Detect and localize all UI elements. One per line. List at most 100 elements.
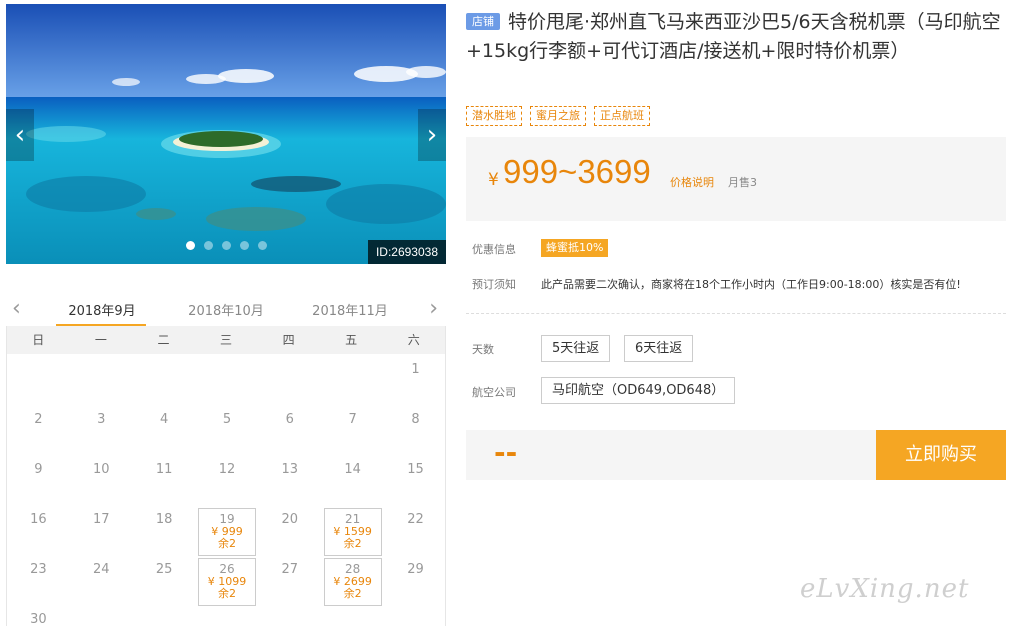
selected-price: -- (494, 436, 518, 469)
calendar-day: 17 (72, 504, 130, 552)
weekday-label: 六 (407, 333, 420, 347)
calendar-day: 20 (261, 504, 319, 552)
island-photo (6, 4, 446, 264)
calendar-day: 9 (9, 454, 67, 502)
day-number: 20 (281, 512, 299, 527)
day-number: 22 (407, 512, 424, 527)
option-5-days[interactable]: 5天往返 (541, 335, 611, 362)
gallery-dot[interactable] (240, 241, 249, 250)
day-number: 13 (281, 462, 299, 477)
calendar-next-button[interactable]: › (429, 296, 438, 321)
product-tags: 潜水胜地 蜜月之旅 正点航班 (466, 106, 650, 126)
option-airline[interactable]: 马印航空（OD649,OD648） (541, 377, 736, 404)
weekday-header: 日 一 二 三 四 五 六 (7, 326, 445, 354)
calendar-day: 23 (9, 554, 67, 602)
calendar-day: 27 (261, 554, 319, 602)
watermark: eLvXing.net (800, 574, 970, 604)
calendar-prev-button[interactable]: ‹ (12, 296, 21, 321)
product-tag: 蜜月之旅 (530, 106, 586, 126)
price-currency: ¥ (488, 170, 499, 190)
purchase-bar: -- 立即购买 (466, 430, 1006, 480)
day-number: 10 (92, 462, 110, 477)
buy-now-button[interactable]: 立即购买 (876, 430, 1006, 480)
day-number: 11 (155, 462, 173, 477)
calendar-day-available[interactable]: 21 ¥ 1599 余2 (323, 508, 382, 556)
day-number: 19 (219, 512, 235, 526)
tab-month-nov[interactable]: 2018年11月 (304, 300, 396, 319)
calendar-day: 25 (135, 554, 193, 602)
calendar-day: 30 (9, 604, 67, 626)
promo-badge: 蜂蜜抵10% (541, 239, 609, 257)
calendar-day: 18 (135, 504, 193, 552)
calendar-day: 15 (387, 454, 445, 502)
gallery-dot[interactable] (204, 241, 213, 250)
day-number: 21 (345, 512, 361, 526)
gallery-dot[interactable] (222, 241, 231, 250)
day-number: 27 (281, 562, 299, 577)
calendar-day: 4 (135, 404, 193, 452)
calendar-day: 2 (9, 404, 67, 452)
price-box: ¥ 999~3699 价格说明 月售3 (466, 137, 1006, 221)
weekday-label: 三 (220, 333, 233, 347)
product-tag: 潜水胜地 (466, 106, 522, 126)
promo-label: 优惠信息 (472, 243, 516, 256)
calendar-day: 3 (72, 404, 130, 452)
day-number: 17 (92, 512, 110, 527)
divider (466, 313, 1006, 314)
calendar-day: 6 (261, 404, 319, 452)
day-number: 28 (345, 562, 361, 576)
gallery-next-button[interactable]: › (418, 109, 446, 161)
price-range: 999~3699 (503, 153, 651, 190)
weekday-label: 一 (94, 333, 107, 347)
day-number: 18 (155, 512, 173, 527)
calendar-day-available[interactable]: 26 ¥ 1099 余2 (197, 558, 256, 606)
calendar-day: 10 (72, 454, 130, 502)
product-tag: 正点航班 (594, 106, 650, 126)
day-number: 9 (34, 462, 43, 477)
day-number: 3 (97, 412, 106, 427)
product-image-gallery: ‹ › ID:2693038 (6, 4, 446, 264)
product-title-text: 特价甩尾·郑州直飞马来西亚沙巴5/6天含税机票（马印航空+15kg行李额+可代订… (466, 11, 1001, 62)
option-6-days[interactable]: 6天往返 (624, 335, 694, 362)
calendar-day: 1 (387, 354, 445, 402)
calendar-day: 14 (324, 454, 382, 502)
tab-month-oct[interactable]: 2018年10月 (180, 300, 272, 319)
weekday-label: 二 (157, 333, 170, 347)
day-stock: 余2 (217, 587, 236, 600)
calendar-day: 5 (198, 404, 256, 452)
notice-text: 此产品需要二次确认，商家将在18个工作小时内（工作日9:00-18:00）核实是… (541, 278, 961, 291)
calendar-day: 12 (198, 454, 256, 502)
day-number: 24 (92, 562, 110, 577)
image-id-label: ID:2693038 (367, 240, 446, 264)
day-number: 8 (411, 412, 420, 427)
calendar-day: 22 (387, 504, 445, 552)
calendar-day: 24 (72, 554, 130, 602)
gallery-prev-button[interactable]: ‹ (6, 109, 34, 161)
day-number: 16 (30, 512, 47, 527)
weekday-label: 五 (345, 333, 358, 347)
calendar-day: 16 (9, 504, 67, 552)
day-stock: 余2 (217, 537, 236, 550)
day-number: 15 (407, 462, 424, 477)
calendar-day: 8 (387, 404, 445, 452)
airline-label: 航空公司 (472, 386, 516, 399)
monthly-sales: 月售3 (728, 176, 757, 189)
tab-month-sep[interactable]: 2018年9月 (56, 300, 148, 319)
day-number: 4 (159, 412, 169, 427)
calendar-day: 7 (324, 404, 382, 452)
day-number: 23 (30, 562, 47, 577)
day-number: 2 (34, 412, 43, 427)
calendar-day-available[interactable]: 19 ¥ 999 余2 (197, 508, 256, 556)
day-number: 25 (155, 562, 173, 577)
gallery-dot[interactable] (186, 241, 195, 250)
calendar-day-available[interactable]: 28 ¥ 2699 余2 (323, 558, 382, 606)
day-number: 6 (285, 412, 294, 427)
price-note-link[interactable]: 价格说明 (670, 174, 714, 190)
day-stock: 余2 (343, 587, 362, 600)
day-number: 14 (344, 462, 361, 477)
notice-label: 预订须知 (472, 278, 516, 291)
gallery-dot[interactable] (258, 241, 267, 250)
days-label: 天数 (472, 343, 494, 356)
calendar-day: 11 (135, 454, 193, 502)
calendar: 日 一 二 三 四 五 六 1 2 3 4 5 6 7 8 9 10 11 12 13 14 15 16 17 1… (6, 326, 446, 626)
